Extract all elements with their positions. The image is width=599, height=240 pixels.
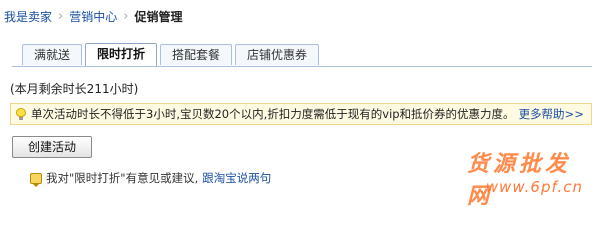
notice-bar: 单次活动时长不得低于3小时,宝贝数20个以内,折扣力度需低于现有的vip和抵价券… xyxy=(10,103,592,125)
create-activity-button[interactable]: 创建活动 xyxy=(12,136,92,158)
breadcrumb-separator: › xyxy=(123,9,129,24)
comment-icon xyxy=(30,172,42,187)
notice-text: 单次活动时长不得低于3小时,宝贝数20个以内,折扣力度需低于现有的vip和抵价券… xyxy=(31,107,515,121)
tab-store-coupon[interactable]: 店铺优惠券 xyxy=(235,44,319,65)
more-help-link[interactable]: 更多帮助>> xyxy=(519,106,584,122)
tab-full-gift[interactable]: 满就送 xyxy=(22,44,82,65)
breadcrumb-promotion-management: 促销管理 xyxy=(134,10,183,24)
remaining-time-text: (本月剩余时长211小时) xyxy=(10,82,139,96)
watermark-url: www.6pf.cn xyxy=(485,178,583,196)
breadcrumb-separator: › xyxy=(58,9,64,24)
tab-limited-discount[interactable]: 限时打折 xyxy=(85,43,157,66)
feedback-row: 我对"限时打折"有意见或建议, 跟淘宝说两句 xyxy=(30,170,271,187)
breadcrumb-marketing-center[interactable]: 营销中心 xyxy=(65,8,121,25)
feedback-link[interactable]: 跟淘宝说两句 xyxy=(202,170,271,186)
watermark: 货源批发网 www.6pf.cn xyxy=(467,146,587,209)
tab-bundle-package[interactable]: 搭配套餐 xyxy=(160,44,232,65)
breadcrumb: 我是卖家 › 营销中心 › 促销管理 xyxy=(0,0,599,33)
feedback-text: 我对"限时打折"有意见或建议, xyxy=(46,171,199,185)
promotion-tabs: 满就送 限时打折 搭配套餐 店铺优惠券 xyxy=(12,43,592,67)
breadcrumb-seller[interactable]: 我是卖家 xyxy=(0,8,56,25)
lightbulb-icon xyxy=(16,108,26,120)
